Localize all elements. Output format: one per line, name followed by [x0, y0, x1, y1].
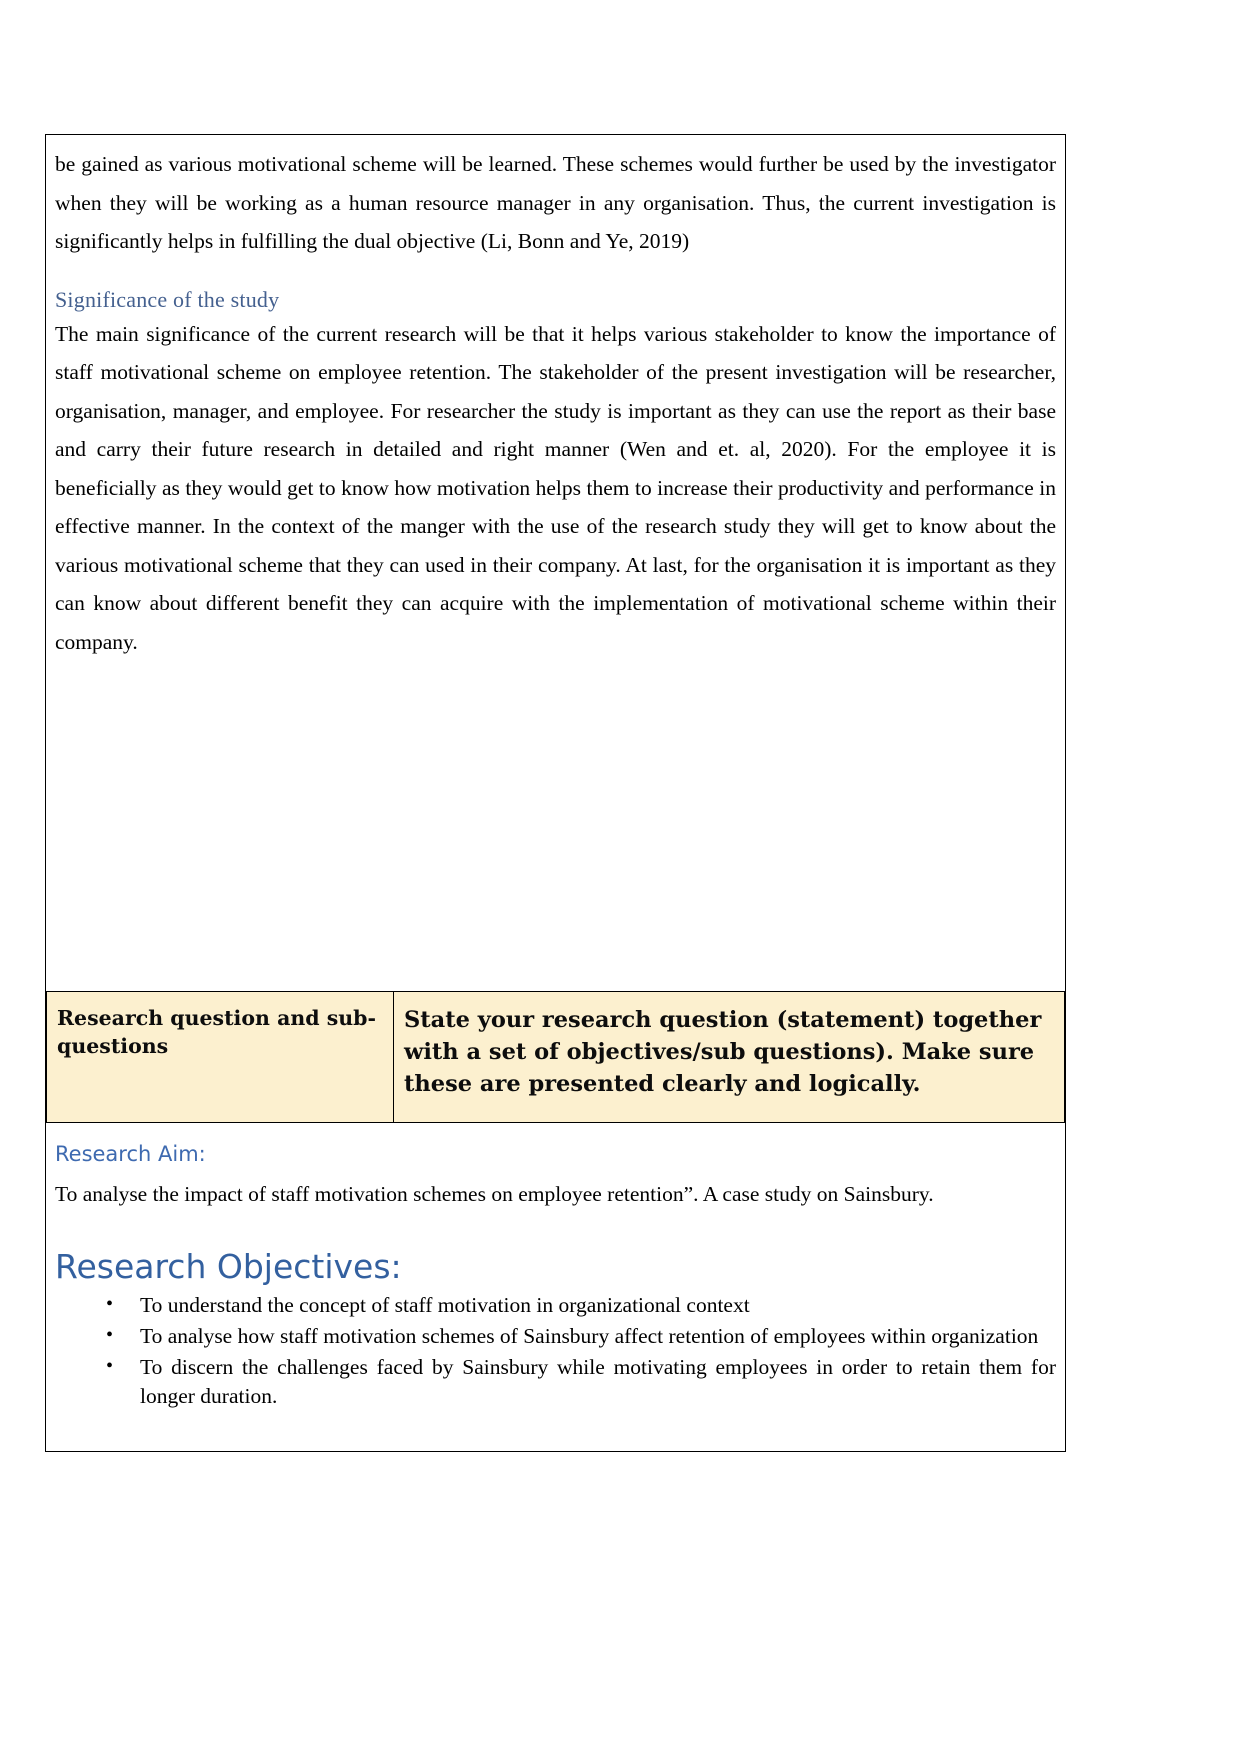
research-aim-text: To analyse the impact of staff motivatio… [55, 1182, 934, 1206]
research-question-table: Research question and sub-questions Stat… [46, 991, 1065, 1123]
research-question-label: Research question and sub-questions [57, 1006, 377, 1058]
objective-text: To discern the challenges faced by Sains… [140, 1355, 1056, 1408]
objective-text: To analyse how staff motivation schemes … [140, 1324, 1039, 1348]
main-content-frame: be gained as various motivational scheme… [45, 134, 1066, 1123]
bullet-icon: • [106, 1324, 114, 1346]
objective-list-item: • To analyse how staff motivation schemes… [102, 1322, 1056, 1351]
objective-list-item: • To understand the concept of staff moti… [102, 1291, 1056, 1320]
significance-of-the-study-heading: Significance of the study [55, 286, 280, 312]
document-page: be gained as various motivational scheme… [0, 0, 1241, 1754]
continuation-paragraph: be gained as various motivational scheme… [55, 152, 1056, 253]
research-aim-heading: Research Aim: [55, 1142, 206, 1166]
objective-list-item: • To discern the challenges faced by Sain… [102, 1353, 1056, 1411]
research-aim-objectives-frame: Research Aim: To analyse the impact of s… [45, 1123, 1066, 1452]
table-cell-instruction: State your research question (statement)… [393, 991, 1065, 1123]
blank-area [55, 661, 1056, 991]
table-row: Research question and sub-questions Stat… [46, 991, 1065, 1123]
research-question-instruction: State your research question (statement)… [404, 1007, 1042, 1097]
body-text-section: be gained as various motivational scheme… [46, 135, 1065, 991]
bullet-icon: • [106, 1293, 114, 1315]
table-cell-label: Research question and sub-questions [46, 991, 394, 1123]
significance-paragraph: The main significance of the current res… [55, 321, 1056, 654]
research-objectives-heading: Research Objectives: [55, 1247, 402, 1286]
research-objectives-list: • To understand the concept of staff moti… [55, 1291, 1056, 1411]
objective-text: To understand the concept of staff motiv… [140, 1293, 750, 1317]
bullet-icon: • [106, 1355, 114, 1377]
